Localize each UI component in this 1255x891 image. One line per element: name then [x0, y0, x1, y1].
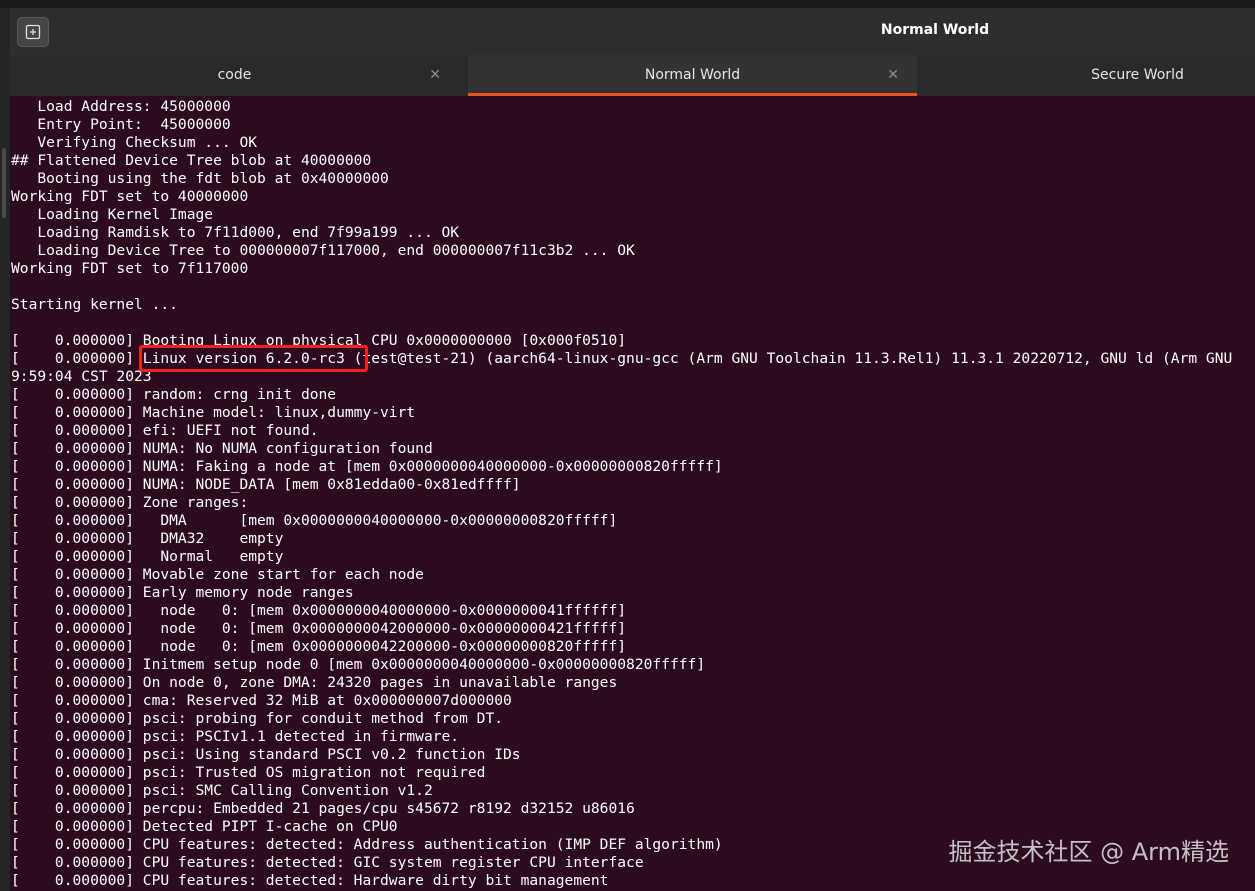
terminal-line: [ 0.000000] Linux version 6.2.0-rc3 (tes… [11, 350, 1233, 367]
tab-code[interactable]: code ✕ [10, 55, 459, 96]
terminal-line: Working FDT set to 7f117000 [11, 260, 249, 277]
terminal-line: [ 0.000000] Machine model: linux,dummy-v… [11, 404, 416, 421]
terminal-line: [ 0.000000] psci: probing for conduit me… [11, 710, 504, 727]
new-tab-icon [25, 24, 41, 40]
window-title: Normal World [880, 22, 990, 38]
tab-bar: code ✕ Normal World ✕ Secure World [10, 55, 1255, 96]
terminal-line: [ 0.000000] Booting Linux on physical CP… [11, 332, 627, 349]
terminal-line: [ 0.000000] psci: PSCIv1.1 detected in f… [11, 728, 460, 745]
terminal-lines: Load Address: 45000000 Entry Point: 4500… [11, 98, 1232, 890]
terminal-line: [ 0.000000] NUMA: Faking a node at [mem … [11, 458, 723, 475]
terminal-line: [ 0.000000] Zone ranges: [11, 494, 249, 511]
terminal-line: [ 0.000000] DMA [mem 0x0000000040000000-… [11, 512, 618, 529]
terminal-line: [ 0.000000] NUMA: No NUMA configuration … [11, 440, 433, 457]
terminal-line: [ 0.000000] node 0: [mem 0x0000000042200… [11, 638, 627, 655]
close-icon[interactable]: ✕ [429, 55, 441, 95]
terminal-line: Starting kernel ... [11, 296, 178, 313]
terminal-line: Loading Kernel Image [11, 206, 214, 223]
terminal-line: [ 0.000000] random: crng init done [11, 386, 337, 403]
terminal-line: [ 0.000000] node 0: [mem 0x0000000042000… [11, 620, 627, 637]
terminal-line: [ 0.000000] Early memory node ranges [11, 584, 354, 601]
tab-label: Secure World [1091, 67, 1184, 83]
terminal-line: [ 0.000000] DMA32 empty [11, 530, 284, 547]
terminal-line: Verifying Checksum ... OK [11, 134, 258, 151]
terminal-line: [ 0.000000] NUMA: NODE_DATA [mem 0x81edd… [11, 476, 521, 493]
terminal-line: [ 0.000000] psci: Trusted OS migration n… [11, 764, 486, 781]
left-window-edge [0, 8, 10, 891]
terminal-line: [ 0.000000] Movable zone start for each … [11, 566, 424, 583]
terminal-line: ## Flattened Device Tree blob at 4000000… [11, 152, 372, 169]
terminal-line: [ 0.000000] CPU features: detected: Hard… [11, 872, 609, 889]
terminal-line: [ 0.000000] node 0: [mem 0x0000000040000… [11, 602, 627, 619]
terminal-line: [ 0.000000] Normal empty [11, 548, 284, 565]
top-panel [0, 0, 1255, 8]
tab-label: code [217, 67, 252, 83]
watermark: 掘金技术社区 @ Arm精选 [948, 838, 1230, 866]
terminal-line: Loading Device Tree to 000000007f117000,… [11, 242, 635, 259]
terminal-line: [ 0.000000] psci: Using standard PSCI v0… [11, 746, 521, 763]
terminal-line: [ 0.000000] psci: SMC Calling Convention… [11, 782, 433, 799]
terminal-line: Booting using the fdt blob at 0x40000000 [11, 170, 389, 187]
terminal-line: Working FDT set to 40000000 [11, 188, 249, 205]
left-scroll-indicator [2, 148, 6, 218]
terminal-line: Entry Point: 45000000 [11, 116, 231, 133]
terminal-line: [ 0.000000] percpu: Embedded 21 pages/cp… [11, 800, 635, 817]
terminal-output[interactable]: Load Address: 45000000 Entry Point: 4500… [10, 96, 1255, 891]
tab-normal-world[interactable]: Normal World ✕ [468, 55, 917, 96]
terminal-line: [ 0.000000] efi: UEFI not found. [11, 422, 319, 439]
terminal-line: [ 0.000000] cma: Reserved 32 MiB at 0x00… [11, 692, 512, 709]
terminal-line: [ 0.000000] On node 0, zone DMA: 24320 p… [11, 674, 618, 691]
tab-secure-world[interactable]: Secure World [913, 55, 1255, 96]
terminal-line: [ 0.000000] Detected PIPT I-cache on CPU… [11, 818, 398, 835]
close-icon[interactable]: ✕ [887, 55, 899, 95]
new-tab-button[interactable] [17, 17, 49, 47]
terminal-line: [ 0.000000] Initmem setup node 0 [mem 0x… [11, 656, 706, 673]
title-bar: Normal World [10, 8, 1255, 55]
terminal-line: 9:59:04 CST 2023 [11, 368, 152, 385]
terminal-line: Load Address: 45000000 [11, 98, 231, 115]
tab-label: Normal World [644, 67, 741, 83]
terminal-line: Loading Ramdisk to 7f11d000, end 7f99a19… [11, 224, 460, 241]
